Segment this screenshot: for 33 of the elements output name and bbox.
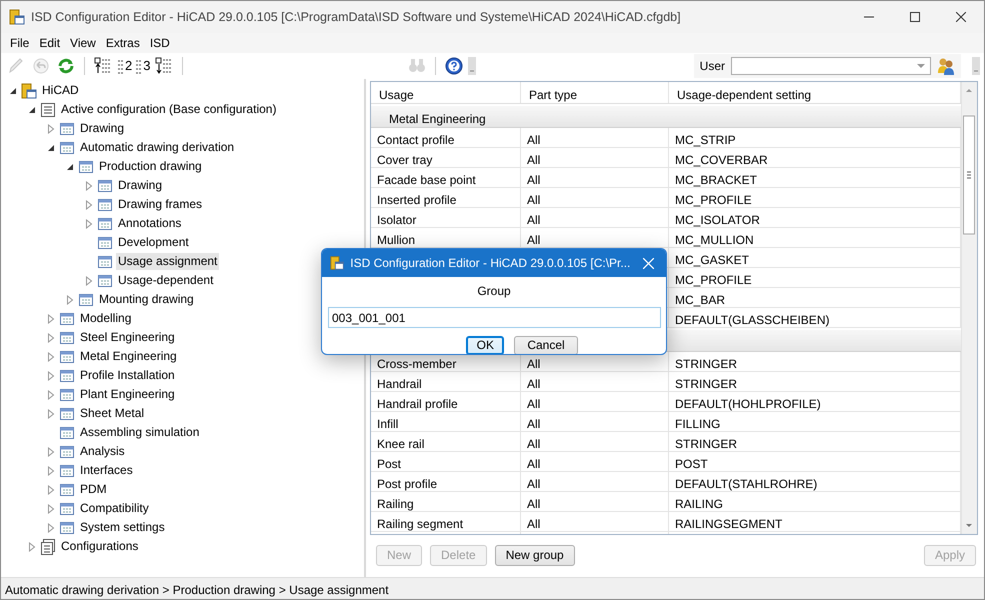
table-cell: All	[521, 208, 669, 227]
table-cell: All	[521, 452, 669, 471]
table-cell: All	[521, 128, 669, 147]
table-cell: All	[521, 148, 669, 167]
table-cell: All	[521, 188, 669, 207]
table-cell: Contact profile	[371, 128, 521, 147]
table-cell: All	[521, 168, 669, 187]
table-cell: All	[521, 432, 669, 451]
table-cell: Inserted profile	[371, 188, 521, 207]
table-cell: Handrail profile	[371, 392, 521, 411]
table-cell: Handrail	[371, 372, 521, 391]
field-label: Group	[476, 283, 512, 300]
table-cell: All	[521, 372, 669, 391]
table-cell: All	[521, 228, 669, 247]
status-text: Automatic drawing derivation > Production drawing > Usage assignment	[1, 577, 984, 599]
table-cell: Knee rail	[371, 432, 521, 451]
table-cell: Isolator	[371, 208, 521, 227]
table-cell: Post	[371, 452, 521, 471]
user-label: User	[700, 58, 725, 75]
table-cell: All	[521, 512, 669, 531]
table-cell: Facade base point	[371, 168, 521, 187]
window-title: ISD Configuration Editor - HiCAD 29.0.0.105 [C:\ProgramData\ISD Software und Systeme\HiCAD 2024\HiCAD.cfgdb]	[31, 8, 682, 26]
table-cell: All	[521, 472, 669, 491]
table-cell: All	[521, 412, 669, 431]
table-cell: Railing segment	[371, 512, 521, 531]
table-cell: Post profile	[371, 472, 521, 491]
table-cell: Railing	[371, 492, 521, 511]
table-cell: All	[521, 492, 669, 511]
table-cell: Infill	[371, 412, 521, 431]
table-cell: Mullion	[371, 228, 521, 247]
table-cell: Cover tray	[371, 148, 521, 167]
table-cell: All	[521, 392, 669, 411]
dialog-title: ISD Configuration Editor - HiCAD 29.0.0.105 [C:\Pr...	[350, 255, 630, 272]
